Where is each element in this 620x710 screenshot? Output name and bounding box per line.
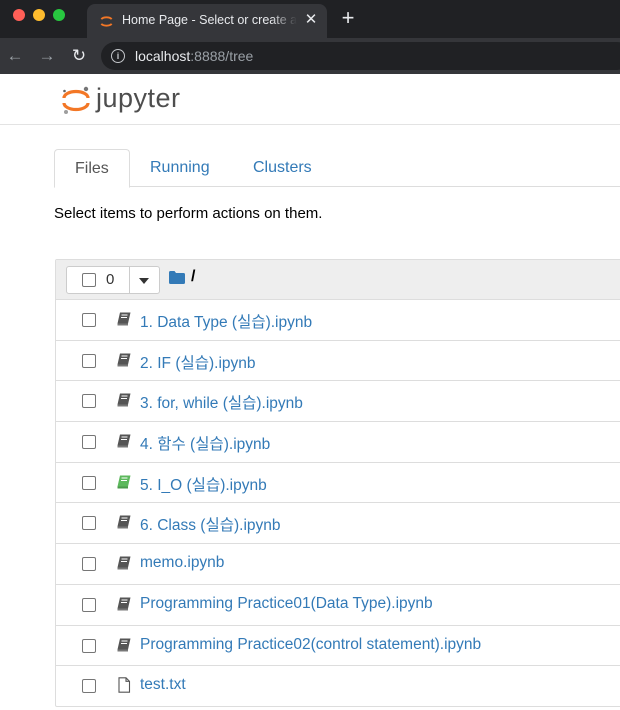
notebook-link[interactable]: 3. for, while (실습).ipynb	[140, 391, 303, 413]
notebook-icon	[117, 434, 131, 448]
address-bar: ← → ↻ i localhost:8888/tree	[0, 38, 620, 74]
reload-icon[interactable]: ↻	[70, 47, 88, 65]
breadcrumb-root[interactable]: /	[191, 268, 195, 286]
url-text: localhost:8888/tree	[135, 48, 253, 64]
back-arrow-icon[interactable]: ←	[6, 47, 24, 65]
browser-tab[interactable]: Home Page - Select or create a notebook …	[87, 4, 327, 38]
notebook-link[interactable]: 1. Data Type (실습).ipynb	[140, 310, 312, 332]
folder-icon[interactable]	[169, 271, 185, 284]
list-item: test.txt	[56, 666, 620, 706]
url-host: localhost	[135, 48, 191, 64]
item-checkbox[interactable]	[82, 435, 96, 450]
notebook-link[interactable]: Programming Practice01(Data Type).ipynb	[140, 595, 433, 613]
item-checkbox[interactable]	[82, 394, 96, 409]
forward-arrow-icon[interactable]: →	[38, 47, 56, 65]
notebook-link[interactable]: memo.ipynb	[140, 554, 224, 572]
browser-titlebar: Home Page - Select or create a notebook …	[0, 0, 620, 38]
notebook-link[interactable]: Programming Practice02(control statement…	[140, 636, 481, 654]
list-item: Programming Practice01(Data Type).ipynb	[56, 585, 620, 626]
notebook-icon	[117, 638, 131, 651]
item-checkbox[interactable]	[82, 679, 96, 694]
item-checkbox[interactable]	[82, 475, 96, 490]
item-checkbox[interactable]	[82, 313, 96, 327]
file-link[interactable]: test.txt	[140, 676, 186, 694]
item-checkbox[interactable]	[82, 516, 96, 531]
tab-close-icon[interactable]: ✕	[303, 12, 319, 28]
list-item: 6. Class (실습).ipynb	[56, 503, 620, 545]
close-window-button[interactable]	[13, 9, 25, 21]
tab-clusters[interactable]: Clusters	[233, 149, 332, 186]
notebook-icon	[117, 515, 131, 529]
notebook-icon	[117, 597, 131, 611]
list-item: 1. Data Type (실습).ipynb	[56, 300, 620, 341]
notebook-link[interactable]: 5. I_O (실습).ipynb	[140, 473, 267, 495]
notebook-link[interactable]: 6. Class (실습).ipynb	[140, 513, 281, 535]
list-header: 0 /	[56, 260, 620, 300]
file-icon	[118, 677, 131, 693]
info-icon[interactable]: i	[111, 49, 125, 63]
list-item: 5. I_O (실습).ipynb	[56, 463, 620, 504]
new-tab-icon[interactable]: +	[338, 7, 358, 29]
notebook-icon	[117, 312, 131, 326]
item-checkbox[interactable]	[82, 557, 96, 572]
url-input[interactable]: i localhost:8888/tree	[101, 42, 620, 70]
select-all-dropdown[interactable]: 0	[66, 266, 160, 294]
url-rest: :8888/tree	[190, 48, 254, 64]
caret-down-icon[interactable]	[139, 278, 149, 284]
notebook-link[interactable]: 2. IF (실습).ipynb	[140, 351, 256, 373]
notebook-link[interactable]: 4. 함수 (실습).ipynb	[140, 432, 270, 454]
item-checkbox[interactable]	[82, 597, 96, 612]
list-item: 2. IF (실습).ipynb	[56, 341, 620, 382]
list-item: 4. 함수 (실습).ipynb	[56, 422, 620, 463]
jupyter-wordmark[interactable]: jupyter	[96, 83, 181, 114]
tab-title: Home Page - Select or create a notebook	[122, 13, 297, 27]
tab-bar: Files Running Clusters	[54, 149, 620, 188]
tab-running[interactable]: Running	[130, 149, 230, 186]
jupyter-header: jupyter	[0, 74, 620, 125]
list-item: Programming Practice02(control statement…	[56, 626, 620, 667]
divider	[129, 267, 130, 293]
maximize-window-button[interactable]	[53, 9, 65, 21]
notebook-icon	[117, 556, 131, 570]
notebook-list: 0 / 1. Data Type (실습).ipynb 2. IF (실습).i…	[55, 259, 620, 707]
running-notebook-icon	[117, 475, 131, 489]
select-all-checkbox[interactable]	[82, 273, 96, 287]
tab-files[interactable]: Files	[54, 149, 130, 188]
minimize-window-button[interactable]	[33, 9, 45, 21]
notebook-icon	[117, 353, 131, 367]
item-checkbox[interactable]	[82, 353, 96, 368]
jupyter-favicon-icon	[100, 16, 113, 27]
instructions-text: Select items to perform actions on them.	[54, 205, 323, 222]
selected-count: 0	[106, 271, 115, 288]
list-item: 3. for, while (실습).ipynb	[56, 381, 620, 423]
notebook-icon	[117, 393, 131, 407]
jupyter-logo-icon[interactable]	[58, 82, 94, 118]
item-checkbox[interactable]	[82, 638, 96, 653]
list-item: memo.ipynb	[56, 544, 620, 585]
